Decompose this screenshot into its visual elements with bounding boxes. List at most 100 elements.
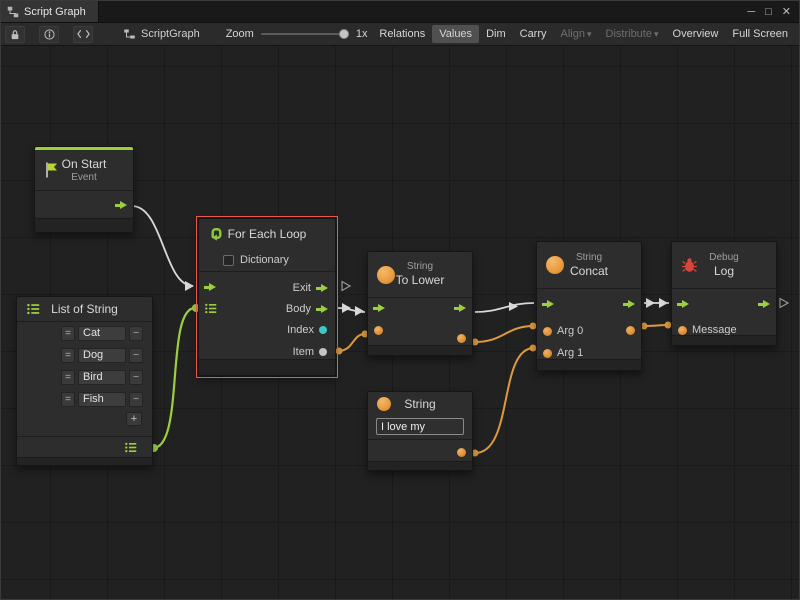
chevron-down-icon: ▾ — [654, 29, 659, 39]
list-in-port[interactable] — [204, 302, 218, 315]
chevron-down-icon: ▾ — [587, 29, 592, 39]
remove-item-button[interactable]: − — [129, 370, 143, 385]
string-unit-icon — [546, 256, 564, 274]
wire-item-to-tolower[interactable] — [338, 334, 365, 351]
arg1-port[interactable]: Arg 1 — [543, 347, 583, 359]
carry-button[interactable]: Carry — [513, 25, 554, 43]
flow-in-port[interactable] — [677, 299, 690, 310]
string-port-dot — [543, 349, 552, 358]
list-out-icon — [124, 441, 138, 454]
string-out-port[interactable] — [626, 326, 635, 335]
node-footer — [17, 457, 152, 465]
close-button[interactable]: ✕ — [782, 5, 791, 18]
node-to-lower[interactable]: String To Lower — [367, 251, 473, 356]
drag-handle[interactable]: = — [61, 392, 75, 407]
dim-button[interactable]: Dim — [479, 25, 513, 43]
drag-handle[interactable]: = — [61, 326, 75, 341]
inspect-button[interactable] — [39, 26, 59, 43]
exit-port-stub — [342, 282, 350, 291]
align-button[interactable]: Align▾ — [554, 25, 599, 43]
remove-item-button[interactable]: − — [129, 326, 143, 341]
lock-button[interactable] — [5, 26, 25, 43]
string-out-port[interactable] — [457, 448, 466, 457]
node-title: On Start — [62, 157, 107, 172]
flow-out-port[interactable] — [623, 299, 636, 310]
zoom-slider-track[interactable] — [261, 33, 349, 35]
remove-item-button[interactable]: − — [129, 392, 143, 407]
flow-arrow-icon — [316, 283, 329, 294]
drag-handle[interactable]: = — [61, 370, 75, 385]
drag-handle[interactable]: = — [61, 348, 75, 363]
flow-in-port[interactable] — [542, 299, 555, 310]
node-for-each-loop[interactable]: For Each Loop Dictionary Exit Body Index — [198, 218, 336, 376]
code-icon — [77, 29, 90, 39]
wire-concat-to-message[interactable] — [644, 325, 669, 326]
list-item-input[interactable] — [78, 392, 126, 407]
node-concat[interactable]: String Concat Arg 0 Arg 1 — [536, 241, 642, 371]
flow-out-port[interactable] — [454, 303, 467, 314]
list-item-input[interactable] — [78, 348, 126, 363]
node-footer — [672, 335, 776, 345]
exit-port[interactable]: Exit — [293, 282, 329, 294]
zoom-label: Zoom — [226, 28, 254, 40]
dictionary-label: Dictionary — [240, 254, 289, 266]
info-icon — [44, 29, 55, 40]
title-bar: Script Graph ─ □ ✕ — [1, 1, 799, 23]
zoom-value: 1x — [356, 28, 368, 40]
arg0-port[interactable]: Arg 0 — [543, 325, 583, 337]
edit-script-button[interactable] — [73, 26, 93, 43]
remove-item-button[interactable]: − — [129, 348, 143, 363]
node-category: String — [404, 397, 435, 412]
wire-onstart-to-foreach[interactable] — [132, 206, 193, 286]
list-item-input[interactable] — [78, 370, 126, 385]
graph-toolbar: ScriptGraph Zoom 1x Relations Values Dim… — [1, 23, 799, 46]
tab-script-graph[interactable]: Script Graph — [1, 1, 99, 22]
node-string-literal[interactable]: String — [367, 391, 473, 471]
lock-icon — [10, 29, 20, 40]
string-unit-icon — [377, 266, 395, 284]
list-item-row: = − — [17, 388, 152, 410]
fullscreen-button[interactable]: Full Screen — [725, 25, 795, 43]
string-out-port[interactable] — [457, 334, 466, 343]
zoom-slider[interactable] — [261, 28, 349, 40]
relations-button[interactable]: Relations — [372, 25, 432, 43]
graph-canvas[interactable]: On Start Event List of String = — [1, 46, 800, 600]
node-title: Concat — [570, 264, 608, 279]
zoom-slider-knob[interactable] — [339, 29, 349, 39]
dictionary-checkbox[interactable] — [223, 255, 234, 266]
wire-tolower-to-arg0[interactable] — [475, 326, 534, 342]
item-port[interactable]: Item — [293, 346, 327, 358]
flow-out-port[interactable] — [115, 200, 128, 211]
node-debug-log[interactable]: Debug Log Message — [671, 241, 777, 346]
string-in-port[interactable] — [374, 326, 383, 335]
wire-literal-to-arg1[interactable] — [475, 348, 534, 453]
body-port[interactable]: Body — [286, 303, 329, 315]
flow-in-port[interactable] — [204, 282, 217, 293]
node-on-start[interactable]: On Start Event — [34, 146, 134, 233]
list-item-row: = − — [17, 344, 152, 366]
string-unit-icon — [377, 397, 391, 411]
flow-out-port[interactable] — [758, 299, 771, 310]
node-list-of-string[interactable]: List of String = − = − = − — [16, 296, 153, 466]
node-footer — [199, 359, 335, 375]
wire-list-to-foreach[interactable] — [153, 308, 195, 448]
maximize-button[interactable]: □ — [765, 6, 772, 18]
node-title: To Lower — [396, 273, 445, 288]
minimize-button[interactable]: ─ — [747, 6, 755, 18]
distribute-button[interactable]: Distribute▾ — [599, 25, 666, 43]
index-port[interactable]: Index — [287, 324, 327, 336]
string-value-input[interactable] — [376, 418, 464, 435]
breadcrumb[interactable]: ScriptGraph — [123, 28, 200, 40]
list-item-row: = − — [17, 322, 152, 344]
wire-tolower-to-concat[interactable] — [475, 303, 534, 312]
string-port-dot — [678, 326, 687, 335]
node-title: For Each Loop — [228, 227, 307, 242]
script-graph-icon — [123, 28, 136, 40]
node-category: String — [396, 261, 445, 273]
list-item-input[interactable] — [78, 326, 126, 341]
breadcrumb-label: ScriptGraph — [141, 28, 200, 40]
overview-button[interactable]: Overview — [666, 25, 726, 43]
values-button[interactable]: Values — [432, 25, 479, 43]
add-item-button[interactable]: + — [126, 412, 142, 426]
flow-in-port[interactable] — [373, 303, 386, 314]
